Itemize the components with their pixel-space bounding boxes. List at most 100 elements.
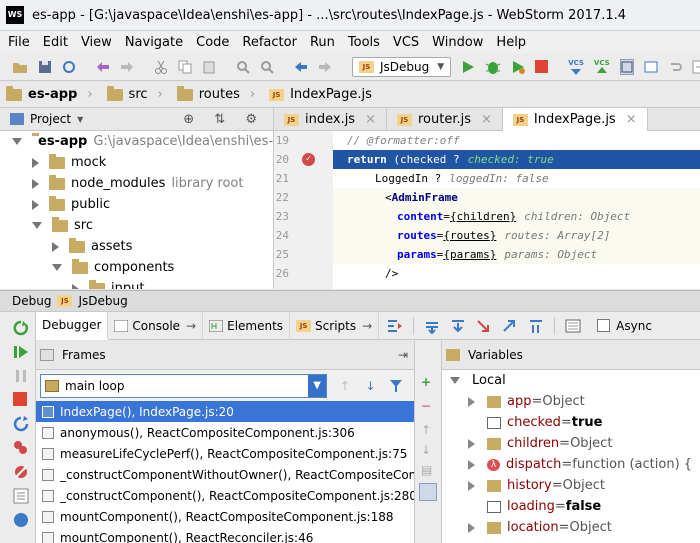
variable-row[interactable]: checked = true (442, 412, 700, 433)
mute-breakpoints-icon[interactable] (13, 464, 29, 480)
variable-row[interactable]: children = Object (442, 433, 700, 454)
tree-item-input[interactable]: input (0, 278, 273, 289)
menu-run[interactable]: Run (310, 35, 335, 50)
menu-code[interactable]: Code (196, 35, 229, 50)
breadcrumb-file[interactable]: JS IndexPage.js (269, 87, 372, 102)
variable-row[interactable]: λ dispatch = function (action) { (442, 454, 700, 475)
chevron-down-icon[interactable]: ▼ (77, 115, 83, 124)
vcs-commit-icon[interactable]: VCS (594, 59, 610, 75)
pause-icon[interactable] (13, 368, 29, 384)
close-icon[interactable]: × (481, 112, 492, 127)
menu-edit[interactable]: Edit (43, 35, 68, 50)
paste-icon[interactable] (202, 59, 216, 75)
move-up-icon[interactable]: ↑ (421, 423, 441, 437)
editor-gutter[interactable]: 19 20 ✓ 21 22 23 24 25 26 (273, 131, 333, 289)
revert-icon[interactable] (668, 59, 682, 75)
restore-layout-icon[interactable]: ⇥ (398, 348, 408, 362)
settings-icon[interactable] (13, 488, 29, 504)
tab-router-js[interactable]: JS router.js × (387, 108, 503, 131)
forward-icon[interactable] (318, 59, 332, 75)
menu-view[interactable]: View (81, 35, 112, 50)
run-config-select[interactable]: JS JsDebug ▼ (352, 56, 452, 77)
debug-icon[interactable] (485, 59, 501, 75)
tab-indexpage-js[interactable]: JS IndexPage.js × (502, 108, 648, 131)
frame-item[interactable]: IndexPage(), IndexPage.js:20 (36, 401, 414, 422)
menu-window[interactable]: Window (432, 35, 483, 50)
rerun-icon[interactable] (13, 320, 29, 336)
stop-icon[interactable] (13, 392, 29, 408)
view-breakpoints-icon[interactable] (13, 440, 29, 456)
find-icon[interactable] (236, 59, 250, 75)
tree-item-assets[interactable]: assets (0, 236, 273, 257)
back-icon[interactable] (294, 59, 308, 75)
tab-console[interactable]: Console → (108, 311, 204, 340)
redo-icon[interactable] (120, 59, 134, 75)
variable-row[interactable]: history = Object (442, 475, 700, 496)
filter-icon[interactable] (388, 378, 404, 394)
breakpoint-icon[interactable]: ✓ (302, 153, 315, 166)
tab-index-js[interactable]: JS index.js × (274, 108, 387, 131)
sync-icon[interactable] (62, 59, 76, 75)
tab-scripts[interactable]: JS Scripts → (290, 311, 380, 340)
tree-item-public[interactable]: public (0, 194, 273, 215)
help-icon[interactable] (692, 59, 700, 75)
menu-help[interactable]: Help (496, 35, 526, 50)
tree-item-es-app[interactable]: es-app G:\javaspace\Idea\enshi\es-ap (0, 131, 273, 152)
project-view-label[interactable]: Project (30, 112, 71, 126)
settings-icon[interactable] (644, 59, 658, 75)
async-checkbox[interactable]: Async (597, 319, 652, 333)
variable-row[interactable]: location = Object (442, 517, 700, 538)
cut-icon[interactable] (154, 59, 168, 75)
variable-row[interactable]: app = Object (442, 391, 700, 412)
show-watches-icon[interactable] (419, 483, 437, 501)
run-to-cursor-icon[interactable] (528, 318, 544, 334)
thread-select[interactable]: main loop ▼ (40, 373, 328, 398)
menu-navigate[interactable]: Navigate (125, 35, 183, 50)
replace-icon[interactable] (260, 59, 274, 75)
force-step-into-icon[interactable] (476, 318, 492, 334)
frame-item[interactable]: mountComponent(), ReactCompositeComponen… (36, 506, 414, 527)
tab-elements[interactable]: Elements (203, 311, 291, 340)
resume-icon[interactable] (13, 344, 29, 360)
show-execution-point-icon[interactable] (387, 318, 403, 334)
frame-item[interactable]: _constructComponent(), ReactCompositeCom… (36, 485, 414, 506)
move-down-icon[interactable]: ↓ (421, 443, 441, 457)
open-folder-icon[interactable] (12, 59, 28, 75)
frame-item[interactable]: measureLifeCyclePerf(), ReactCompositeCo… (36, 443, 414, 464)
menu-refactor[interactable]: Refactor (242, 35, 297, 50)
help-icon[interactable] (13, 512, 29, 528)
arrow-up-icon[interactable]: ↑ (337, 378, 353, 394)
close-icon[interactable]: × (626, 112, 637, 127)
scope-local[interactable]: Local (442, 370, 700, 391)
save-icon[interactable] (38, 59, 52, 75)
code-editor[interactable]: // @formatter:off return (checked ? check… (333, 131, 700, 289)
tree-item-src[interactable]: src (0, 215, 273, 236)
frame-item[interactable]: anonymous(), ReactCompositeComponent.js:… (36, 422, 414, 443)
step-into-icon[interactable] (450, 318, 466, 334)
frame-item[interactable]: _constructComponentWithoutOwner(), React… (36, 464, 414, 485)
tree-item-node-modules[interactable]: node_modules library root (0, 173, 273, 194)
frame-item[interactable]: mountComponent(), ReactReconciler.js:46 (36, 527, 414, 543)
variable-row[interactable]: loading = false (442, 496, 700, 517)
undo-icon[interactable] (96, 59, 110, 75)
breadcrumb-src[interactable]: src › (106, 85, 163, 102)
stop-icon[interactable] (535, 59, 549, 75)
step-out-icon[interactable] (502, 318, 518, 334)
breadcrumb-es-app[interactable]: es-app › (6, 85, 93, 102)
copy-watch-icon[interactable]: ▤ (421, 463, 441, 477)
breadcrumb-routes[interactable]: routes › (176, 85, 255, 102)
vcs-update-icon[interactable]: VCS (568, 59, 584, 75)
menu-tools[interactable]: Tools (348, 35, 380, 50)
evaluate-expression-icon[interactable] (565, 318, 581, 334)
remove-watch-icon[interactable]: − (421, 399, 441, 413)
copy-icon[interactable] (178, 59, 192, 75)
close-icon[interactable]: × (365, 112, 376, 127)
tree-item-components[interactable]: components (0, 257, 273, 278)
tab-debugger[interactable]: Debugger (36, 311, 109, 340)
run-coverage-icon[interactable] (511, 59, 526, 75)
arrow-down-icon[interactable]: ↓ (363, 378, 379, 394)
debug-config-tab[interactable]: JsDebug (78, 294, 127, 308)
run-icon[interactable] (461, 59, 475, 75)
menu-vcs[interactable]: VCS (393, 35, 419, 50)
project-structure-icon[interactable] (619, 58, 634, 75)
